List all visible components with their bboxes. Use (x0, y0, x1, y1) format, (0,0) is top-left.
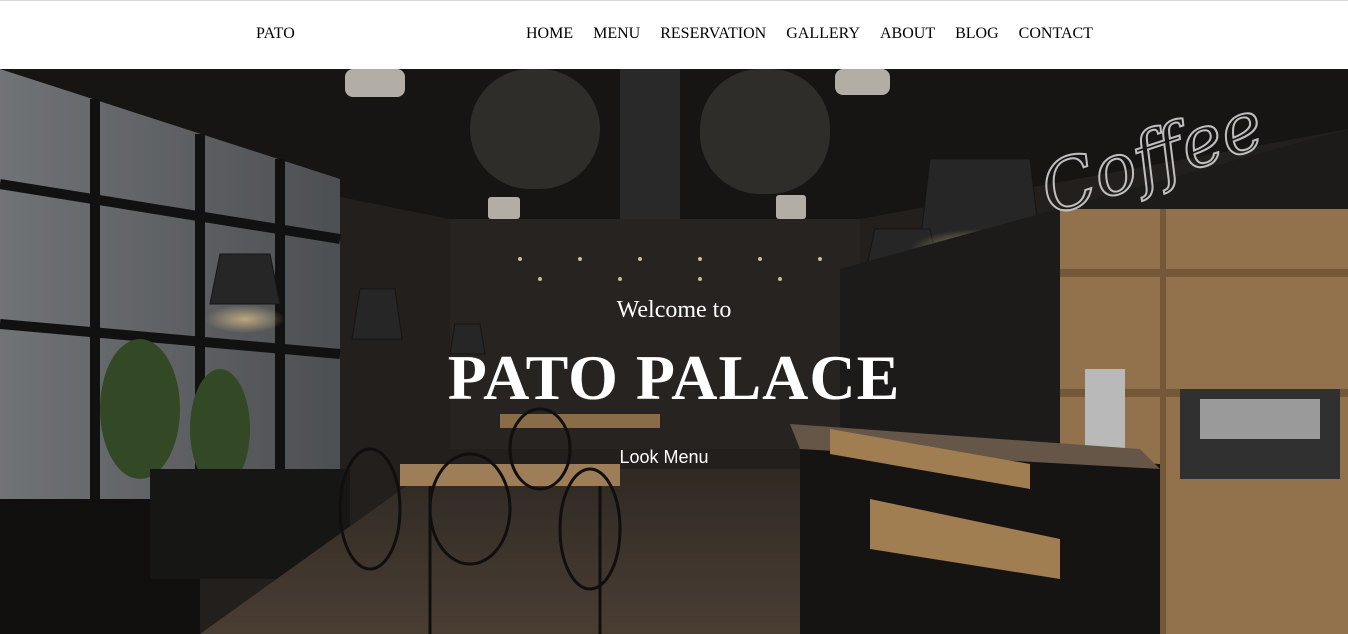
hero-welcome-text: Welcome to (616, 297, 732, 323)
nav-reservation-link[interactable]: RESERVATION (660, 25, 766, 43)
nav-contact-link[interactable]: CONTACT (1019, 25, 1093, 43)
nav-menu-link[interactable]: MENU (593, 25, 640, 43)
look-menu-button[interactable]: Look Menu (599, 443, 729, 471)
hero-section: Coffee Welcome to PATO PALACE Look Menu (0, 69, 1348, 634)
nav-gallery-link[interactable]: GALLERY (786, 25, 860, 43)
nav-about-link[interactable]: ABOUT (880, 25, 935, 43)
nav-home-link[interactable]: HOME (526, 25, 573, 43)
hero-title: PATO PALACE (447, 342, 901, 413)
main-nav: HOME MENU RESERVATION GALLERY ABOUT BLOG… (526, 25, 1093, 43)
nav-blog-link[interactable]: BLOG (955, 25, 999, 43)
brand-logo-link[interactable]: PATO (256, 25, 295, 43)
top-navbar: PATO HOME MENU RESERVATION GALLERY ABOUT… (0, 0, 1348, 69)
